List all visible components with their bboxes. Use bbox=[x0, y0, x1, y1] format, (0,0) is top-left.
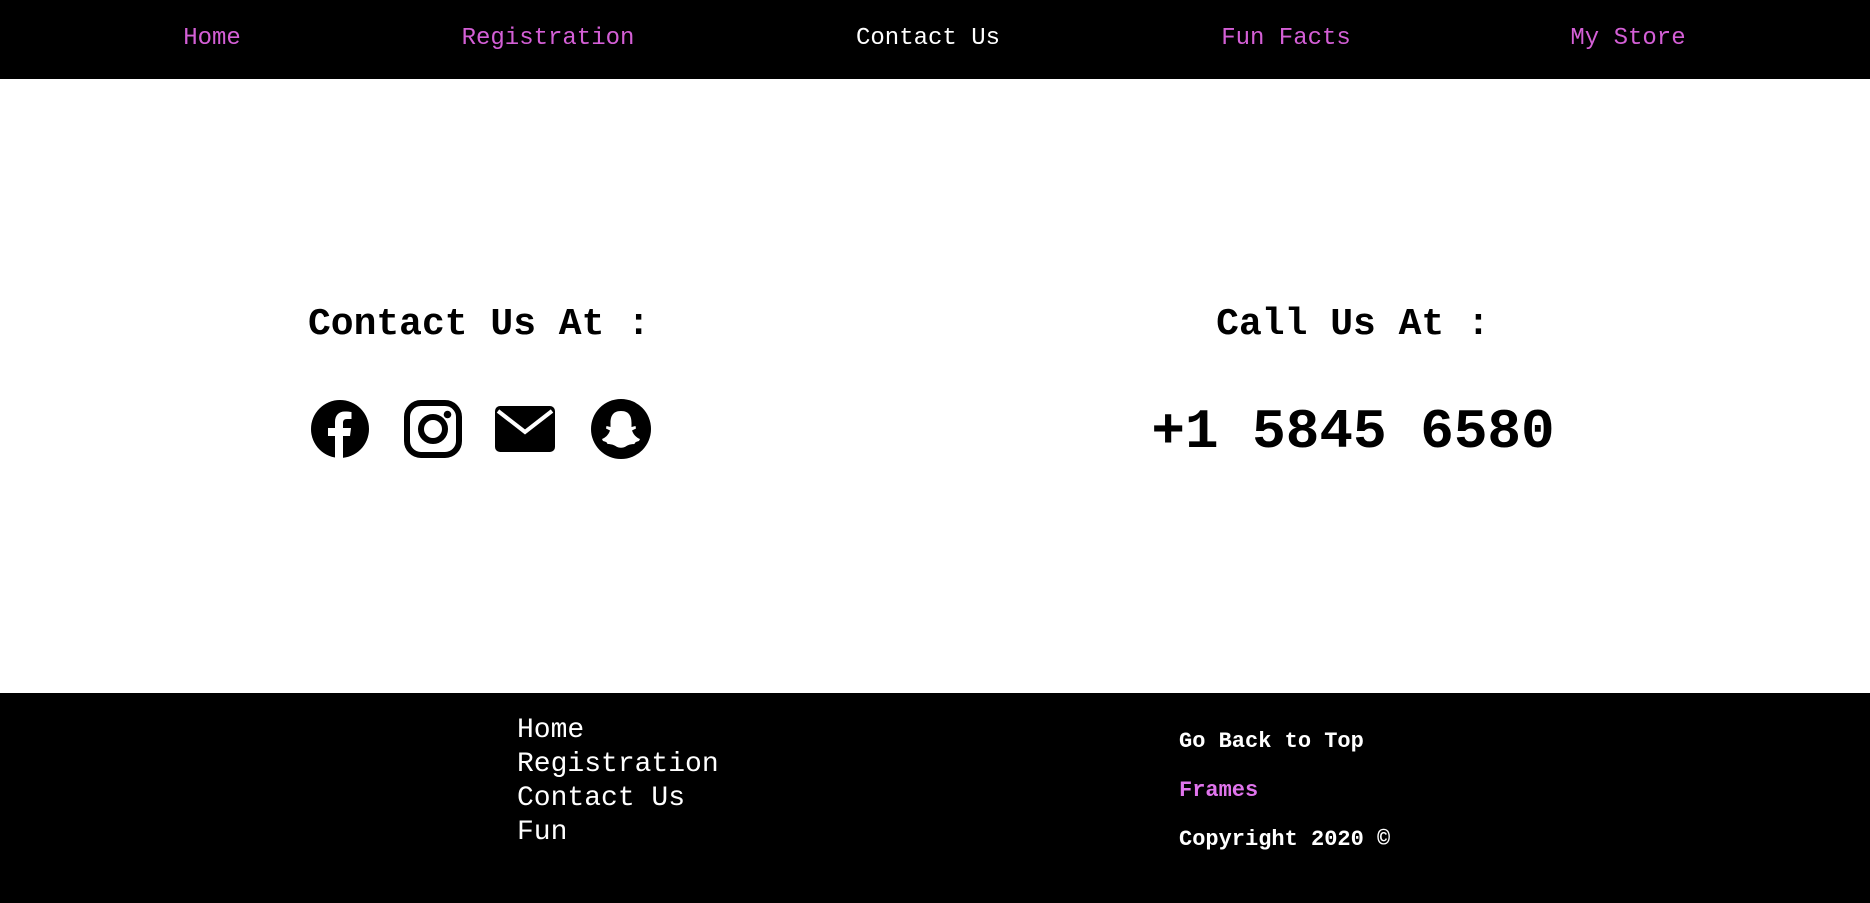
list-item: Home bbox=[517, 714, 719, 748]
phone-number: +1 5845 6580 bbox=[1151, 400, 1555, 464]
nav-contact-us[interactable]: Contact Us bbox=[856, 24, 1000, 54]
back-to-top-link[interactable]: Go Back to Top bbox=[1179, 729, 1364, 755]
frames-link[interactable]: Frames bbox=[1179, 778, 1258, 804]
main-content: Contact Us At : Call Us At: +1 5845 658… bbox=[0, 79, 1870, 693]
instagram-icon[interactable] bbox=[403, 399, 463, 459]
list-item: Contact Us bbox=[517, 782, 719, 816]
nav-fun-facts[interactable]: Fun Facts bbox=[1221, 24, 1351, 54]
envelope-icon[interactable] bbox=[495, 399, 555, 459]
footer-link-fun[interactable]: Fun bbox=[517, 817, 567, 848]
nav-my-store[interactable]: My Store bbox=[1570, 24, 1685, 54]
top-navigation: Home Registration Contact Us Fun Facts M… bbox=[0, 0, 1870, 79]
list-item: Registration bbox=[517, 748, 719, 782]
nav-home[interactable]: Home bbox=[183, 24, 241, 54]
list-item: Fun bbox=[517, 816, 719, 850]
call-heading: Call Us At : bbox=[1216, 303, 1490, 346]
copyright-text: Copyright 2020 © bbox=[1179, 827, 1391, 852]
footer-link-registration[interactable]: Registration bbox=[517, 749, 719, 780]
contact-heading: Contact Us At : bbox=[307, 303, 651, 346]
facebook-icon[interactable] bbox=[310, 399, 370, 459]
nav-registration[interactable]: Registration bbox=[462, 24, 635, 54]
footer: Home Registration Contact Us Fun Go Back… bbox=[0, 693, 1870, 903]
footer-link-home[interactable]: Home bbox=[517, 715, 584, 746]
snapchat-icon[interactable] bbox=[591, 399, 651, 459]
footer-link-contact-us[interactable]: Contact Us bbox=[517, 783, 685, 814]
footer-links: Home Registration Contact Us Fun bbox=[517, 714, 719, 850]
